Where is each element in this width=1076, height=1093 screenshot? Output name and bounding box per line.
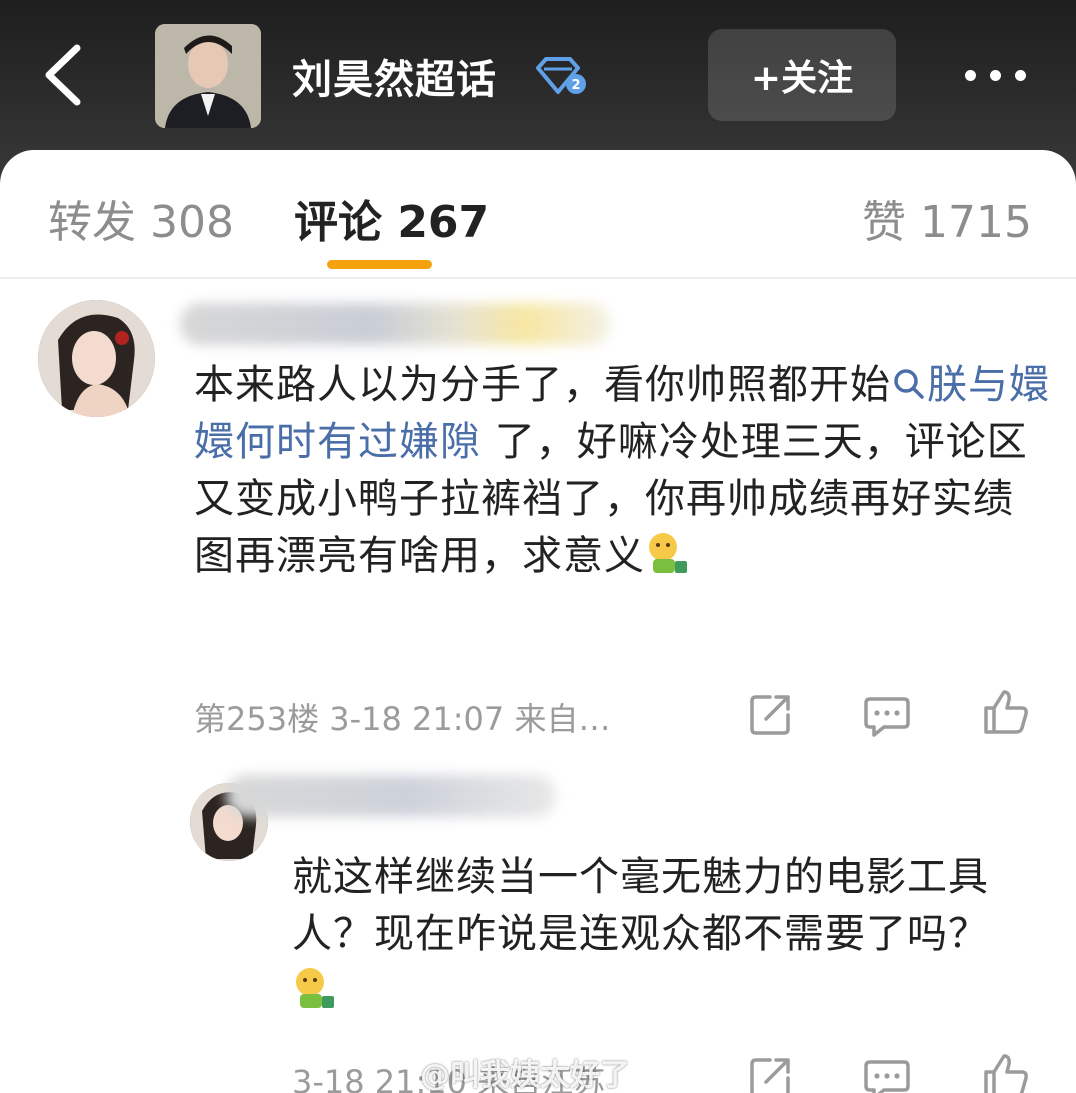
divider bbox=[0, 277, 1076, 279]
watermark: @叫我姨太好了 bbox=[420, 1058, 630, 1093]
comment-text-part: 本来路人以为分手了，看你帅照都开始 bbox=[194, 362, 891, 408]
active-tab-indicator bbox=[327, 260, 432, 269]
page-title: 刘昊然超话 bbox=[292, 57, 497, 103]
tab-comment[interactable]: 评论 267 bbox=[294, 186, 489, 250]
emoji-icon bbox=[292, 966, 336, 1010]
reply-text: 就这样继续当一个毫无魅力的电影工具人？现在咋说是连观众都不需要了吗？ bbox=[292, 849, 1032, 1020]
tab-repost[interactable]: 转发 308 bbox=[48, 186, 234, 250]
comment-meta: 第253楼 3-18 21:07 来自… bbox=[194, 700, 611, 738]
share-icon[interactable] bbox=[746, 689, 796, 739]
chevron-left-icon bbox=[45, 44, 81, 106]
emoji-icon bbox=[645, 531, 689, 575]
diamond-level-icon: 2 bbox=[536, 57, 586, 94]
tab-like[interactable]: 赞 1715 bbox=[862, 186, 1032, 250]
search-icon bbox=[894, 369, 924, 399]
more-options-button[interactable] bbox=[950, 50, 1040, 100]
comment-text: 本来路人以为分手了，看你帅照都开始 朕与嬛嬛何时有过嫌隙 了，好嘛冷处理三天，评论… bbox=[194, 357, 1054, 585]
commenter-avatar[interactable] bbox=[38, 300, 155, 417]
reply-text-body: 就这样继续当一个毫无魅力的电影工具人？现在咋说是连观众都不需要了吗？ bbox=[292, 854, 989, 957]
comment-icon[interactable] bbox=[862, 689, 912, 739]
reply-name-redacted bbox=[226, 775, 556, 817]
back-button[interactable] bbox=[38, 40, 88, 110]
like-icon[interactable] bbox=[980, 686, 1030, 736]
supertopic-avatar[interactable] bbox=[155, 24, 261, 128]
follow-button[interactable]: +关注 bbox=[708, 29, 896, 121]
more-dots-icon bbox=[964, 69, 976, 81]
commenter-name-redacted bbox=[180, 303, 610, 345]
share-icon[interactable] bbox=[746, 1052, 796, 1093]
comment-icon[interactable] bbox=[862, 1052, 912, 1093]
like-icon[interactable] bbox=[980, 1050, 1030, 1093]
svg-text:2: 2 bbox=[571, 78, 580, 93]
